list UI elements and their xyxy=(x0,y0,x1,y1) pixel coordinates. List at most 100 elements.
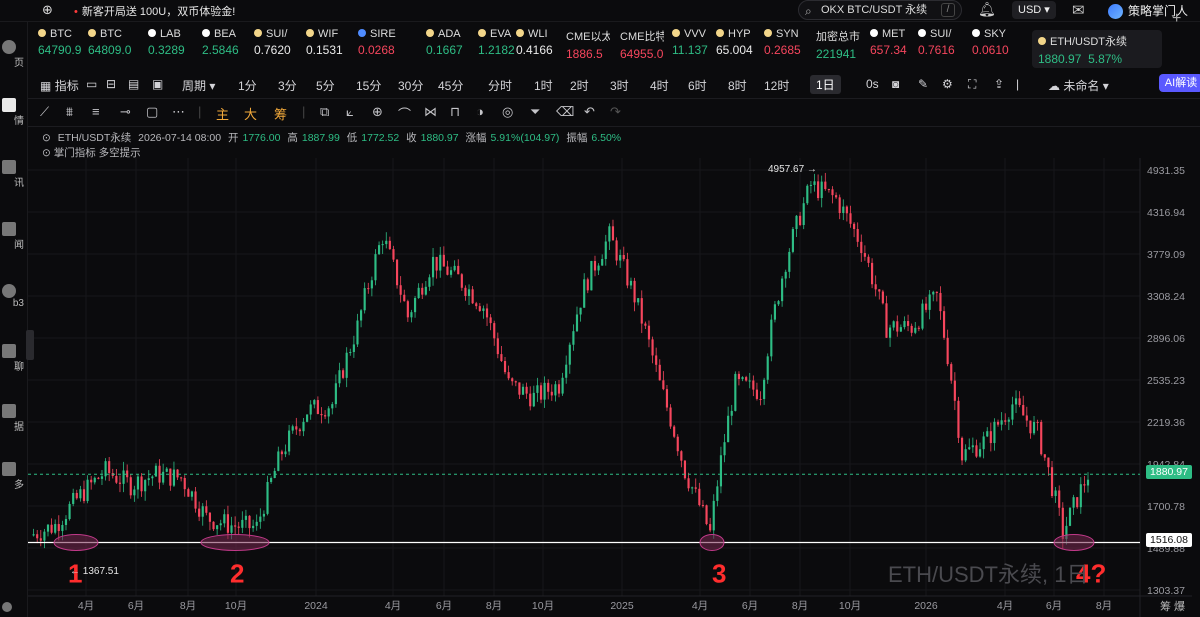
camera-icon[interactable]: ◙ xyxy=(892,77,899,91)
price-chart[interactable]: 4931.35 4316.94 3779.09 3308.24 2896.06 2535.… xyxy=(28,158,1192,617)
nav-item-web3[interactable]: b3 xyxy=(0,284,24,309)
candle-body xyxy=(586,279,589,291)
nav-item-data[interactable]: 据 xyxy=(0,404,24,433)
ticker-item[interactable]: 加密总市 221941 xyxy=(816,28,860,66)
compare-icon[interactable]: ⊟ xyxy=(106,77,116,91)
link-icon[interactable]: ⋈ xyxy=(424,104,437,120)
horizontal-lines-icon[interactable]: ≡ xyxy=(92,104,100,119)
horizontal-ray-icon[interactable]: ⊸ xyxy=(120,104,131,120)
ticker-selected[interactable]: ETH/USDT永续 1880.97 5.87% xyxy=(1032,30,1162,68)
ticker-item[interactable]: SUI/0.7620 xyxy=(254,28,298,66)
bell-icon[interactable]: 🔔︎ xyxy=(978,1,996,18)
edit-icon[interactable]: ✎ xyxy=(918,77,928,91)
ticker-item[interactable]: MET 657.34 xyxy=(870,28,914,66)
ticker-item[interactable]: CME比特 64955.0 xyxy=(620,28,664,66)
collapse-icon[interactable]: ⊙ xyxy=(42,132,51,144)
lock-icon[interactable]: ⊓ xyxy=(450,104,460,120)
ticker-item[interactable]: WIF 0.1531 xyxy=(306,28,350,66)
interval-7[interactable]: 1时 xyxy=(534,77,553,94)
undo-icon[interactable]: ↶ xyxy=(584,104,595,120)
ticker-item[interactable]: SYN 0.2685 xyxy=(764,28,808,66)
nav-item-market[interactable]: 情 xyxy=(0,98,24,127)
ticker-item[interactable]: CME以太 1886.5 xyxy=(566,28,610,66)
ticker-name: CME以太 xyxy=(566,28,610,44)
more-tools-icon[interactable]: ⋯ xyxy=(172,104,185,120)
ticker-item[interactable]: SUI/0.7616 xyxy=(918,28,962,66)
nav-item-home[interactable]: 页 xyxy=(0,40,24,69)
chip-burst-buttons[interactable]: 筹 爆 xyxy=(1160,598,1185,614)
mail-icon[interactable]: ✉ xyxy=(1072,1,1085,19)
interval-2[interactable]: 5分 xyxy=(316,77,335,94)
cloud-icon: ☁ xyxy=(1048,79,1060,93)
indicator-button[interactable]: ▦ 指标 xyxy=(40,77,79,94)
settings-icon[interactable]: ⚙ xyxy=(942,77,953,91)
interval-9[interactable]: 3时 xyxy=(610,77,629,94)
promo-banner[interactable]: • 新客开局送 100U，双币体验金! xyxy=(74,3,235,19)
close-label: 收 xyxy=(406,132,417,144)
chip-distribution-button[interactable]: 筹 xyxy=(274,104,287,123)
interval-8[interactable]: 2时 xyxy=(570,77,589,94)
interval-11[interactable]: 6时 xyxy=(688,77,707,94)
interval-1[interactable]: 3分 xyxy=(278,77,297,94)
zoom-in-icon[interactable]: ⊕ xyxy=(372,104,383,120)
ticker-item[interactable]: BTC 64809.0 xyxy=(88,28,132,66)
share-icon[interactable]: ⇪ xyxy=(994,77,1004,91)
period-select[interactable]: 周期 ▾ xyxy=(182,77,215,94)
x-tick-label: 6月 xyxy=(436,600,452,612)
nav-item-chat[interactable]: 聊 xyxy=(0,344,24,373)
ticker-item[interactable]: HYP 65.004 xyxy=(716,28,760,66)
layout-name-select[interactable]: ☁ 未命名 ▾ xyxy=(1048,77,1109,94)
candle-body xyxy=(820,181,823,199)
chart-type-icon[interactable]: ▭ xyxy=(86,77,97,91)
interval-6[interactable]: 分时 xyxy=(488,77,512,94)
currency-select[interactable]: USD ▾ xyxy=(1012,1,1056,19)
interval-3[interactable]: 15分 xyxy=(356,77,381,94)
hide-icon[interactable]: ◑ xyxy=(476,104,484,119)
ticker-item[interactable]: WLI 0.4166 xyxy=(516,28,560,66)
ticker-item[interactable]: BTC 64790.9 xyxy=(38,28,82,66)
nav-item-news-flash[interactable]: 讯 xyxy=(0,160,24,189)
candle-body xyxy=(680,451,683,461)
trash-icon[interactable]: ⌫ xyxy=(556,104,574,120)
zoom-value[interactable]: 0s xyxy=(866,77,879,91)
candle-body xyxy=(331,404,334,409)
grid-icon[interactable]: ▤ xyxy=(128,77,139,91)
app-logo-icon[interactable]: ⊕ xyxy=(42,2,58,18)
ticker-item[interactable]: LAB 0.3289 xyxy=(148,28,192,66)
copy-icon[interactable]: ⧉ xyxy=(320,104,329,120)
left-panel-toggle[interactable] xyxy=(26,330,34,360)
eye-icon[interactable]: ◎ xyxy=(502,104,513,120)
ruler-icon[interactable]: ⟀ xyxy=(346,104,354,120)
candle-body xyxy=(960,437,964,461)
nav-item-more[interactable]: 多 xyxy=(0,462,24,491)
ticker-item[interactable]: SIRE 0.0268 xyxy=(358,28,402,66)
interval-13[interactable]: 12时 xyxy=(764,77,789,94)
big-order-button[interactable]: 大 xyxy=(244,104,257,123)
interval-12[interactable]: 8时 xyxy=(728,77,747,94)
trendline-icon[interactable]: ⟋ xyxy=(40,104,49,120)
redo-icon[interactable]: ↷ xyxy=(610,104,621,120)
interval-0[interactable]: 1分 xyxy=(238,77,257,94)
search-input[interactable]: ⌕ OKX BTC/USDT 永续 / xyxy=(798,0,962,20)
nav-item-news[interactable]: 闻 xyxy=(0,222,24,251)
candle-body xyxy=(568,344,571,365)
add-ticker-button[interactable]: + xyxy=(1172,10,1181,28)
fullscreen-icon[interactable]: ⛶ xyxy=(968,77,976,92)
candle-body xyxy=(183,478,186,490)
ticker-item[interactable]: SKY 0.0610 xyxy=(972,28,1016,66)
nav-item-settings[interactable] xyxy=(0,602,24,612)
parallel-lines-icon[interactable]: ⩩ xyxy=(66,104,73,120)
rectangle-icon[interactable]: ▢ xyxy=(146,104,158,120)
ai-interpret-button[interactable]: AI解读 xyxy=(1159,74,1200,92)
interval-14[interactable]: 1日 xyxy=(810,75,841,94)
interval-10[interactable]: 4时 xyxy=(650,77,669,94)
layout-icon[interactable]: ▣ xyxy=(152,77,163,91)
ticker-item[interactable]: ADA 0.1667 xyxy=(426,28,470,66)
main-indicator-button[interactable]: 主 xyxy=(216,104,229,123)
magnet-icon[interactable]: ⌒ xyxy=(398,104,411,123)
ticker-item[interactable]: VVV 11.137 xyxy=(672,28,716,66)
ticker-item[interactable]: BEA 2.5846 xyxy=(202,28,246,66)
interval-5[interactable]: 45分 xyxy=(438,77,463,94)
filter-icon[interactable]: ⏷ xyxy=(530,104,540,120)
interval-4[interactable]: 30分 xyxy=(398,77,423,94)
